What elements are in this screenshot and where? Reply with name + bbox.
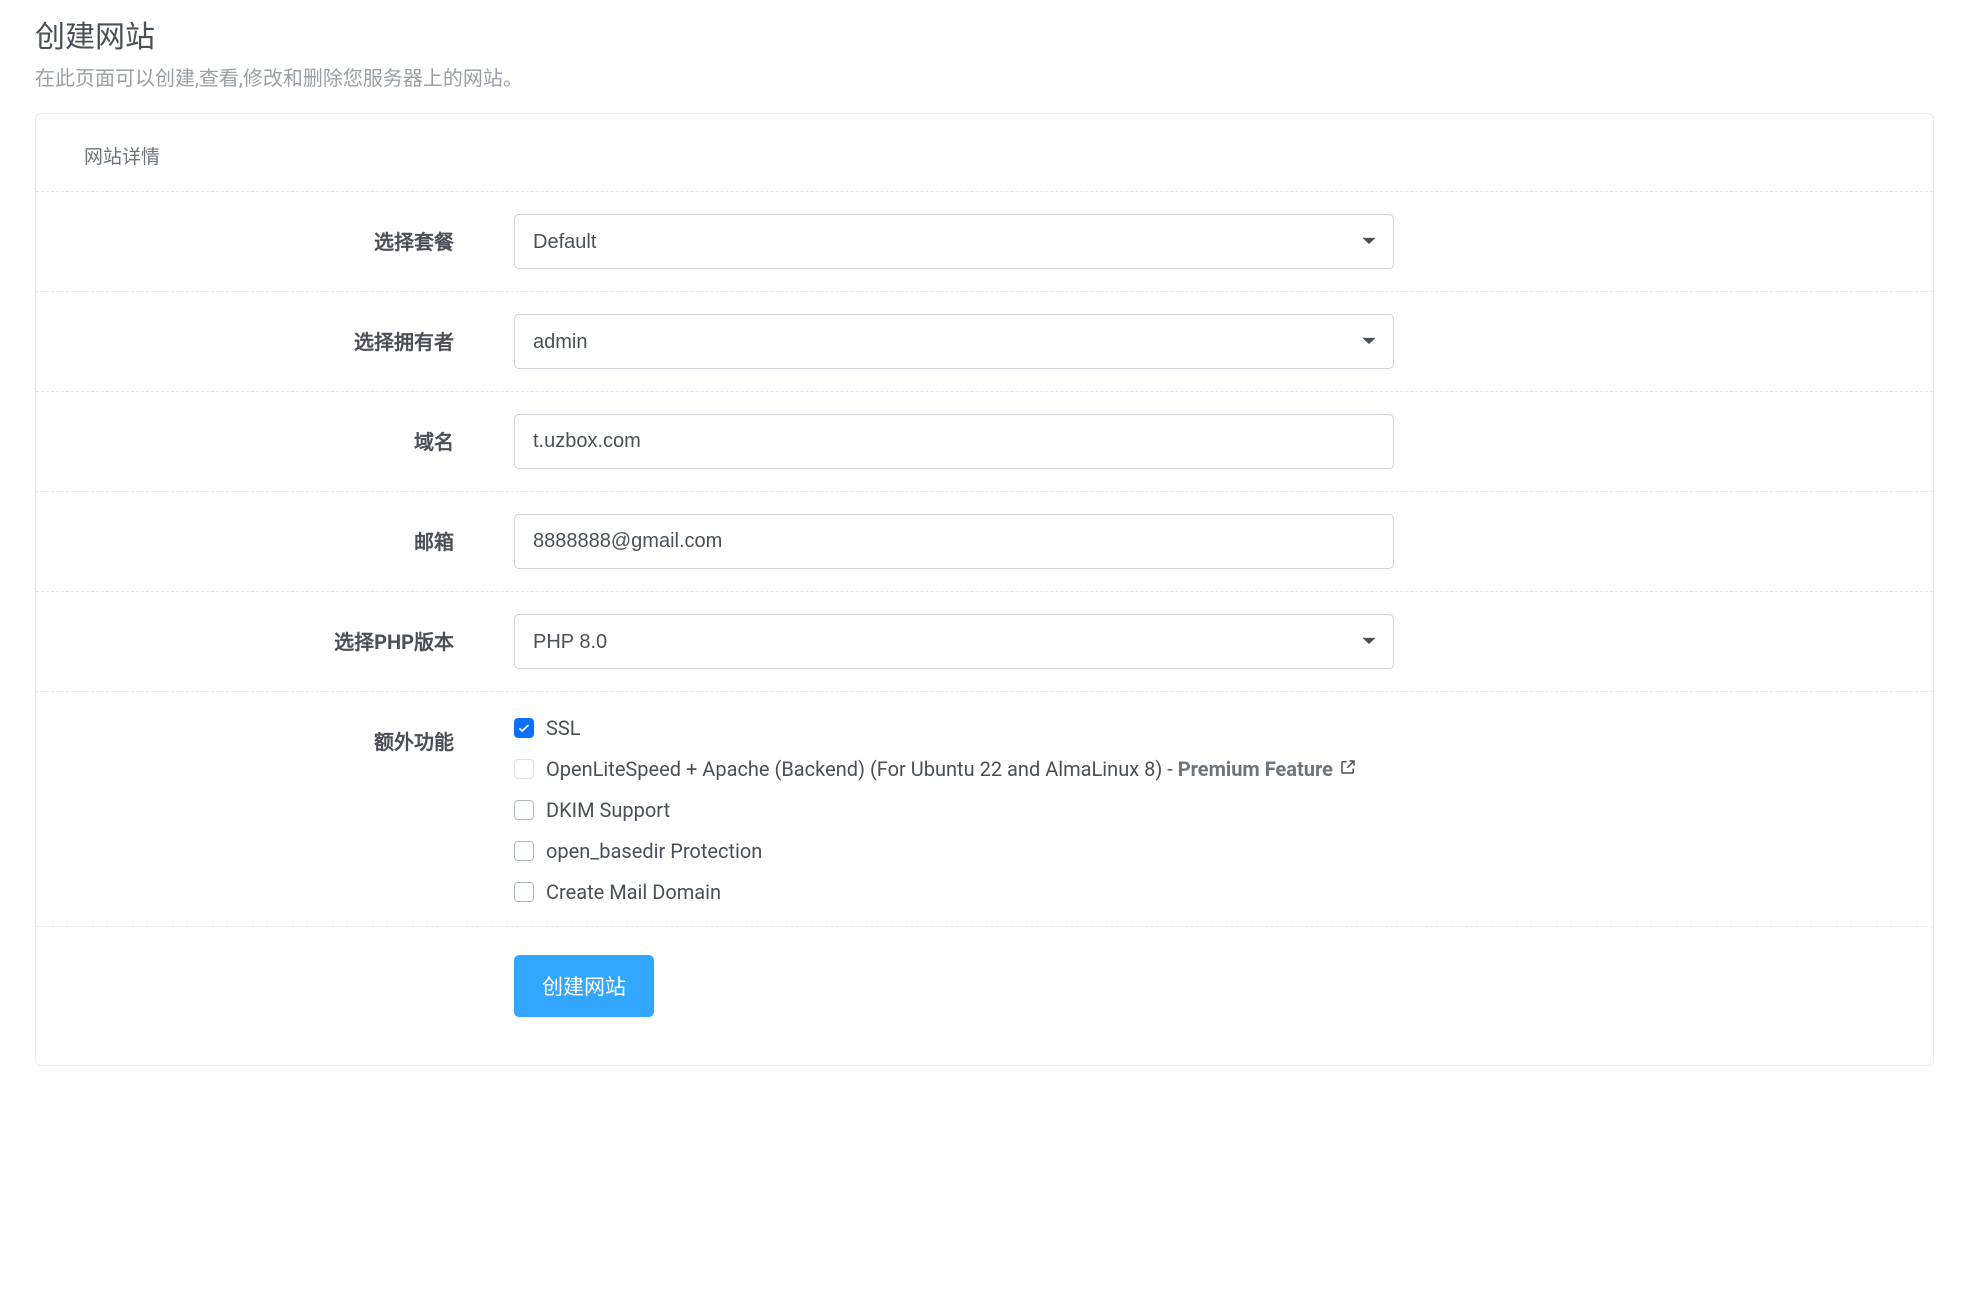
premium-feature-label: Premium Feature [1178, 757, 1333, 781]
label-domain: 域名 [414, 430, 454, 454]
row-domain: 域名 [36, 391, 1933, 491]
checkbox-label-open-basedir: open_basedir Protection [546, 839, 762, 863]
label-extra: 额外功能 [374, 730, 454, 754]
page-title: 创建网站 [35, 20, 1934, 56]
checkbox-row-ssl: SSL [514, 716, 1394, 740]
row-submit: 创建网站 [36, 926, 1933, 1065]
section-title: 网站详情 [36, 114, 1933, 191]
row-package: 选择套餐 Default [36, 191, 1933, 291]
checkbox-row-dkim: DKIM Support [514, 798, 1394, 822]
label-php: 选择PHP版本 [334, 630, 454, 654]
row-extra: 额外功能 SSL OpenLiteSpeed + Apache (Backend… [36, 691, 1933, 926]
row-email: 邮箱 [36, 491, 1933, 591]
checkbox-open-basedir[interactable] [514, 841, 534, 861]
select-package[interactable]: Default [514, 214, 1394, 269]
checkbox-label-mail-domain: Create Mail Domain [546, 880, 721, 904]
select-owner[interactable]: admin [514, 314, 1394, 369]
checkbox-row-mail-domain: Create Mail Domain [514, 880, 1394, 904]
row-owner: 选择拥有者 admin [36, 291, 1933, 391]
label-package: 选择套餐 [374, 230, 454, 254]
page-subtitle: 在此页面可以创建,查看,修改和删除您服务器上的网站。 [35, 62, 1934, 91]
page-header: 创建网站 在此页面可以创建,查看,修改和删除您服务器上的网站。 [35, 20, 1934, 91]
select-php[interactable]: PHP 8.0 [514, 614, 1394, 669]
checkbox-label-ssl: SSL [546, 716, 581, 740]
label-email: 邮箱 [414, 530, 454, 554]
checkbox-row-ols-apache: OpenLiteSpeed + Apache (Backend) (For Ub… [514, 757, 1394, 781]
checkbox-ssl[interactable] [514, 718, 534, 738]
input-email[interactable] [514, 514, 1394, 569]
row-php: 选择PHP版本 PHP 8.0 [36, 591, 1933, 691]
checkbox-row-open-basedir: open_basedir Protection [514, 839, 1394, 863]
checkbox-label-dkim: DKIM Support [546, 798, 670, 822]
checkbox-ols-apache [514, 759, 534, 779]
checkbox-dkim[interactable] [514, 800, 534, 820]
ols-apache-text: OpenLiteSpeed + Apache (Backend) (For Ub… [546, 757, 1178, 781]
checkbox-label-ols-apache: OpenLiteSpeed + Apache (Backend) (For Ub… [546, 757, 1357, 781]
label-owner: 选择拥有者 [354, 330, 454, 354]
external-link-icon [1339, 757, 1357, 781]
checkbox-mail-domain[interactable] [514, 882, 534, 902]
form-card: 网站详情 选择套餐 Default 选择拥有者 [35, 113, 1934, 1066]
input-domain[interactable] [514, 414, 1394, 469]
premium-feature-link[interactable]: Premium Feature [1178, 757, 1357, 781]
create-website-button[interactable]: 创建网站 [514, 955, 654, 1017]
